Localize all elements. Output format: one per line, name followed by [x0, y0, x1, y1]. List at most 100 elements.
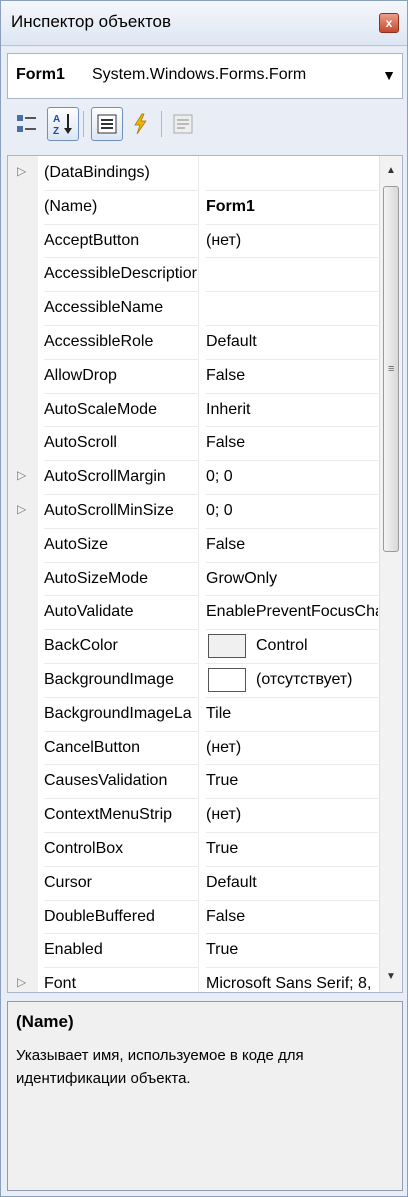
- property-value[interactable]: (нет): [206, 731, 378, 766]
- property-row[interactable]: AutoSize False: [8, 527, 378, 563]
- row-gutter: [8, 730, 38, 765]
- alphabetical-button[interactable]: A Z: [47, 107, 79, 141]
- property-value[interactable]: False: [206, 359, 378, 394]
- property-row[interactable]: AutoScroll False: [8, 426, 378, 462]
- property-value[interactable]: Default: [206, 866, 378, 901]
- property-value[interactable]: [206, 156, 378, 191]
- vertical-scrollbar[interactable]: ▲ ≡ ▼: [379, 156, 402, 992]
- property-value[interactable]: [206, 291, 378, 326]
- property-value[interactable]: False: [206, 426, 378, 462]
- property-value-text: Tile: [206, 704, 232, 722]
- title-bar[interactable]: Инспектор объектов x: [1, 1, 407, 46]
- property-row[interactable]: ▷ AutoScrollMinSize 0; 0: [8, 493, 378, 529]
- property-name: BackgroundImageLa: [44, 696, 199, 732]
- property-value[interactable]: False: [206, 900, 378, 935]
- scroll-down-arrow[interactable]: ▼: [380, 966, 402, 988]
- property-row[interactable]: AllowDrop False: [8, 358, 378, 394]
- property-value-text: True: [206, 839, 239, 857]
- property-value[interactable]: Microsoft Sans Serif; 8,: [206, 967, 378, 992]
- property-value-text: Control: [256, 637, 308, 655]
- property-row[interactable]: ▷ AutoScrollMargin 0; 0: [8, 460, 378, 495]
- property-row[interactable]: ▷ Font Microsoft Sans Serif; 8,: [8, 967, 378, 992]
- row-gutter: [8, 392, 38, 427]
- property-value[interactable]: True: [206, 832, 378, 867]
- property-row[interactable]: AutoValidate EnablePreventFocusCha: [8, 595, 378, 631]
- description-panel: (Name) Указывает имя, используемое в код…: [7, 1001, 403, 1191]
- property-row[interactable]: BackgroundImage (отсутствует): [8, 662, 378, 698]
- property-name: AccessibleDescriptior: [44, 257, 199, 293]
- property-pages-button[interactable]: [167, 107, 199, 141]
- property-name: Font: [44, 967, 199, 992]
- property-name: AutoScaleMode: [44, 392, 199, 428]
- row-gutter: [8, 223, 38, 258]
- row-gutter: [8, 527, 38, 562]
- close-button[interactable]: x: [379, 13, 399, 33]
- property-name: AutoSize: [44, 527, 199, 563]
- property-value[interactable]: 0; 0: [206, 460, 378, 495]
- property-value[interactable]: [206, 257, 378, 293]
- chevron-down-icon[interactable]: ▼: [382, 67, 396, 83]
- property-row[interactable]: ▷ (DataBindings): [8, 156, 378, 191]
- color-swatch: [208, 633, 246, 658]
- property-value[interactable]: 0; 0: [206, 494, 378, 529]
- row-gutter: [8, 561, 38, 596]
- row-gutter: [8, 764, 38, 799]
- row-gutter: [8, 662, 38, 697]
- row-gutter: [8, 257, 38, 292]
- window-title: Инспектор объектов: [11, 12, 172, 31]
- property-row[interactable]: AutoScaleMode Inherit: [8, 392, 378, 428]
- property-name: BackgroundImage: [44, 662, 199, 698]
- property-value[interactable]: True: [206, 764, 378, 800]
- property-value[interactable]: Inherit: [206, 393, 378, 428]
- expand-arrow-icon[interactable]: ▷: [17, 164, 26, 178]
- property-name: (DataBindings): [44, 156, 199, 191]
- property-value[interactable]: Form1: [206, 190, 378, 225]
- expand-arrow-icon[interactable]: ▷: [17, 468, 26, 482]
- property-row[interactable]: BackColor Control: [8, 629, 378, 664]
- property-row[interactable]: DoubleBuffered False: [8, 899, 378, 935]
- property-name: AutoValidate: [44, 595, 199, 631]
- property-row[interactable]: AccessibleRole Default: [8, 324, 378, 360]
- property-value[interactable]: GrowOnly: [206, 562, 378, 597]
- property-row[interactable]: AutoSizeMode GrowOnly: [8, 561, 378, 597]
- property-value[interactable]: (нет): [206, 798, 378, 833]
- color-swatch: [208, 667, 246, 692]
- property-row[interactable]: (Name) Form1: [8, 189, 378, 225]
- property-value[interactable]: (отсутствует): [206, 663, 378, 698]
- property-value[interactable]: Default: [206, 325, 378, 360]
- property-value-text: Inherit: [206, 400, 251, 418]
- property-value[interactable]: EnablePreventFocusCha: [206, 595, 378, 631]
- property-value-text: 0; 0: [206, 501, 233, 519]
- object-type: System.Windows.Forms.Form: [92, 66, 307, 83]
- property-row[interactable]: ControlBox True: [8, 831, 378, 867]
- property-value[interactable]: True: [206, 933, 378, 969]
- property-value[interactable]: Control: [206, 629, 378, 664]
- property-row[interactable]: CancelButton (нет): [8, 730, 378, 766]
- object-selector-dropdown[interactable]: Form1 System.Windows.Forms.Form ▼: [7, 53, 403, 99]
- property-list: ▷ (DataBindings) (Name) Form1 AcceptButton (н…: [8, 156, 378, 992]
- scroll-up-arrow[interactable]: ▲: [380, 160, 402, 182]
- property-value[interactable]: Tile: [206, 697, 378, 732]
- property-row[interactable]: AcceptButton (нет): [8, 223, 378, 259]
- property-row[interactable]: Enabled True: [8, 933, 378, 969]
- properties-window: Инспектор объектов x Form1 System.Window…: [0, 0, 408, 1197]
- categorized-button[interactable]: [11, 107, 43, 141]
- scroll-thumb[interactable]: ≡: [383, 186, 399, 552]
- property-name: AccessibleRole: [44, 324, 199, 360]
- property-row[interactable]: BackgroundImageLa Tile: [8, 696, 378, 732]
- properties-button[interactable]: [91, 107, 123, 141]
- property-grid: ▷ (DataBindings) (Name) Form1 AcceptButton (н…: [7, 155, 403, 993]
- expand-arrow-icon[interactable]: ▷: [17, 502, 26, 516]
- property-row[interactable]: AccessibleName: [8, 291, 378, 326]
- row-gutter: ▷: [8, 156, 38, 190]
- property-value[interactable]: (нет): [206, 224, 378, 259]
- property-row[interactable]: CausesValidation True: [8, 764, 378, 800]
- expand-arrow-icon[interactable]: ▷: [17, 975, 26, 989]
- property-value[interactable]: False: [206, 528, 378, 563]
- property-row[interactable]: Cursor Default: [8, 865, 378, 901]
- property-value-text: False: [206, 907, 246, 925]
- events-button[interactable]: [125, 107, 157, 141]
- property-row[interactable]: ContextMenuStrip (нет): [8, 798, 378, 833]
- property-row[interactable]: AccessibleDescriptior: [8, 257, 378, 293]
- property-name: DoubleBuffered: [44, 899, 199, 935]
